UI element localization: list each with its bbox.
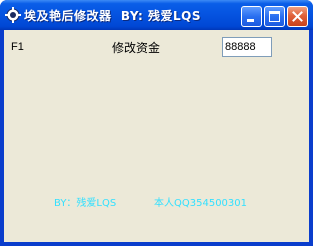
money-label: 修改资金 xyxy=(112,41,161,55)
client-area: F1 修改资金 BY：残爱LQS 本人QQ354500301 xyxy=(4,30,309,242)
money-input[interactable] xyxy=(222,37,272,57)
hotkey-label: F1 xyxy=(11,41,24,53)
minimize-button[interactable] xyxy=(241,6,262,27)
title-bar[interactable]: 埃及艳后修改器 BY: 残爱LQS xyxy=(0,0,313,30)
window-title: 埃及艳后修改器 BY: 残爱LQS xyxy=(24,9,201,23)
close-icon xyxy=(292,11,303,22)
app-window: 埃及艳后修改器 BY: 残爱LQS F1 修改资金 88888 BY：残爱LQS… xyxy=(0,0,313,246)
author-qq: 本人QQ354500301 xyxy=(154,198,248,209)
maximize-button[interactable] xyxy=(264,6,285,27)
window-frame-bottom xyxy=(0,242,313,246)
author-credit: BY：残爱LQS xyxy=(54,198,117,209)
maximize-icon xyxy=(269,11,280,22)
gear-app-icon[interactable] xyxy=(5,7,21,23)
close-button[interactable] xyxy=(287,6,308,27)
minimize-icon xyxy=(247,19,254,22)
